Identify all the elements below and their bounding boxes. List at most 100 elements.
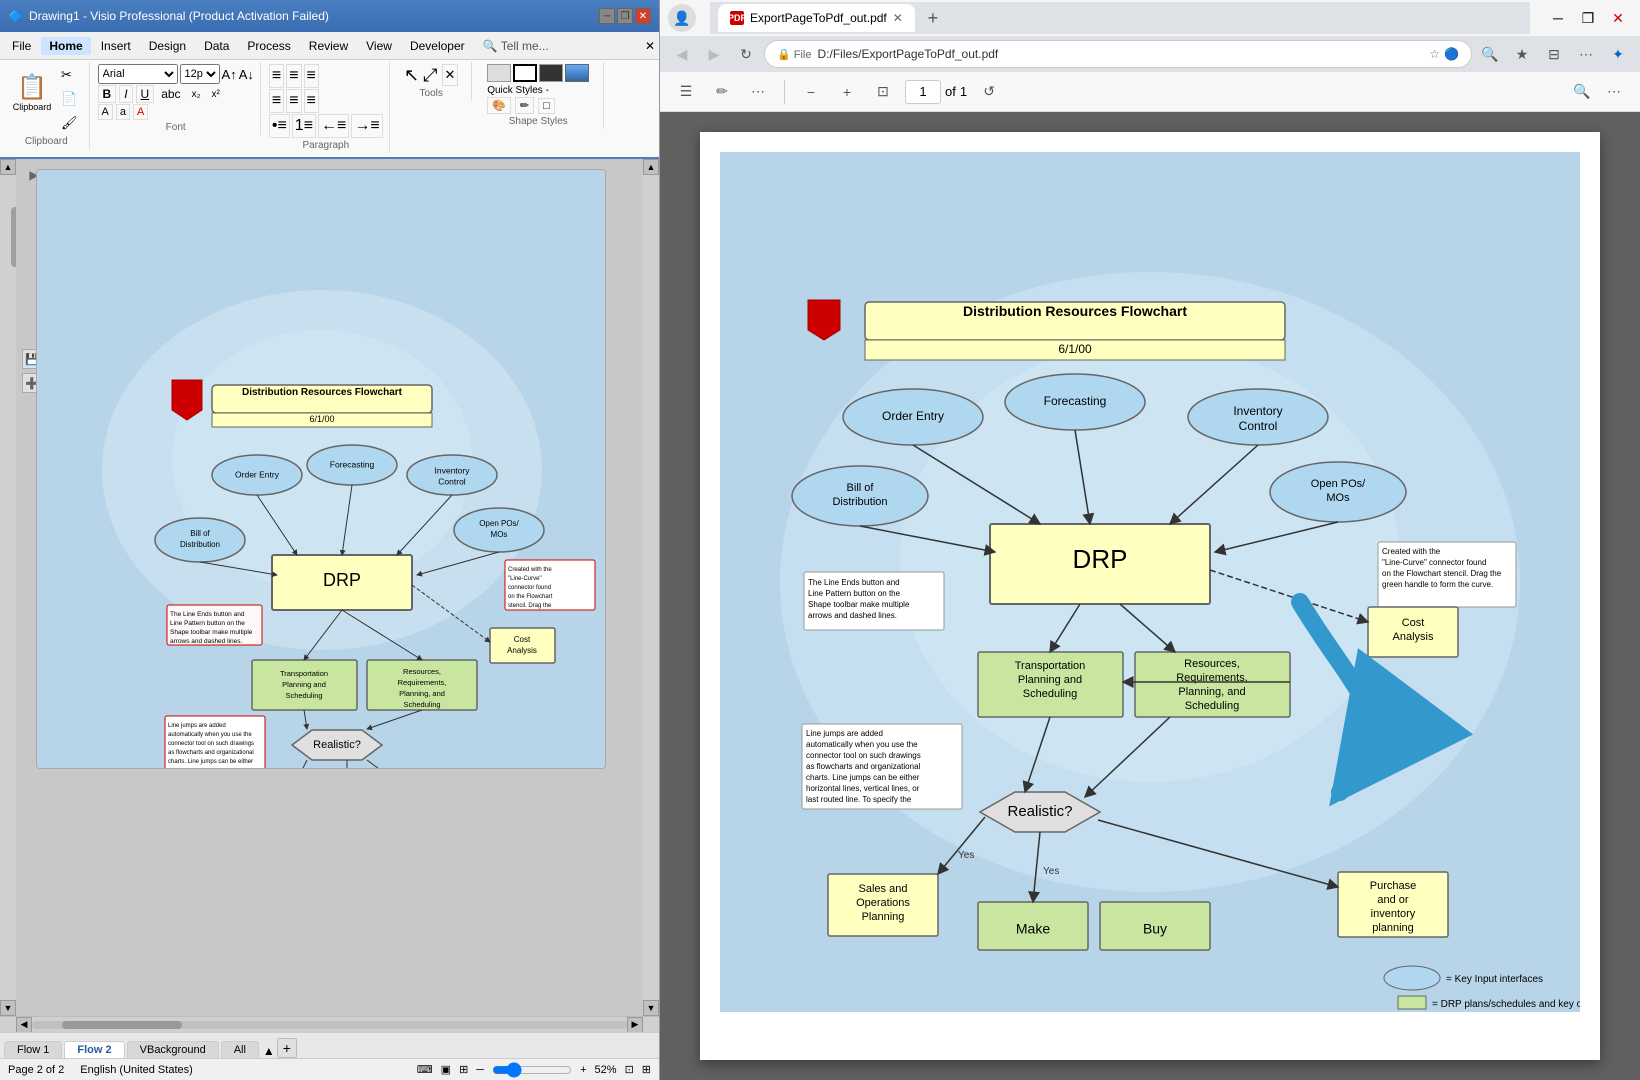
shape-style-1[interactable]	[487, 64, 511, 82]
scroll-left-button[interactable]: ◀	[16, 1017, 32, 1033]
superscript-button[interactable]: x²	[207, 88, 223, 101]
numbers-button[interactable]: 1≡	[292, 114, 316, 138]
draw-button[interactable]: ✏	[708, 78, 736, 106]
pdf-content[interactable]: Distribution Resources Flowchart 6/1/00 …	[660, 112, 1640, 1080]
new-tab-button[interactable]: +	[919, 4, 947, 32]
close-button[interactable]: ✕	[635, 8, 651, 24]
copilot-button[interactable]: ✦	[1604, 40, 1632, 68]
shrink-font-button[interactable]: A↓	[239, 67, 254, 82]
menu-file[interactable]: File	[4, 37, 39, 55]
pointer-tool[interactable]: ↖	[404, 65, 419, 86]
url-bar[interactable]: 🔒 File D:/Files/ExportPageToPdf_out.pdf …	[764, 40, 1472, 68]
favorites-button[interactable]: ★	[1508, 40, 1536, 68]
tab-all[interactable]: All	[221, 1041, 259, 1058]
zoom-in-pdf-button[interactable]: +	[833, 78, 861, 106]
rotate-pdf-button[interactable]: ↺	[975, 78, 1003, 106]
menu-review[interactable]: Review	[301, 37, 356, 55]
decrease-font-button[interactable]: a	[116, 104, 130, 120]
pdf-more-button[interactable]: ⋯	[1600, 78, 1628, 106]
format-painter-button[interactable]: 🖌	[56, 112, 83, 134]
bold-button[interactable]: B	[98, 85, 117, 103]
scroll-right-down-button[interactable]: ▼	[643, 1000, 659, 1016]
zoom-out-pdf-button[interactable]: −	[797, 78, 825, 106]
more-button[interactable]: ⋯	[1572, 40, 1600, 68]
fit-page-button[interactable]: ⊡	[625, 1063, 634, 1076]
tab-vbackground[interactable]: VBackground	[127, 1041, 219, 1058]
scroll-up-button[interactable]: ▲	[0, 159, 16, 175]
fullscreen-button[interactable]: ⊞	[642, 1063, 651, 1076]
forward-button[interactable]: ▶	[700, 40, 728, 68]
refresh-button[interactable]: ↻	[732, 40, 760, 68]
line-color-button[interactable]: ✏	[515, 97, 534, 114]
italic-button[interactable]: I	[119, 85, 132, 103]
font-size-select[interactable]: 12pt.	[180, 64, 220, 84]
scroll-right-up-button[interactable]: ▲	[643, 159, 659, 175]
eraser-button[interactable]: ✕	[442, 64, 459, 86]
scroll-down-button[interactable]: ▼	[0, 1000, 16, 1016]
align-right2-button[interactable]: ≡	[304, 89, 319, 113]
menu-tell-me[interactable]: 🔍 Tell me...	[475, 37, 557, 55]
bullets-button[interactable]: •≡	[269, 114, 290, 138]
underline-button[interactable]: U	[136, 85, 155, 103]
browser-close-button[interactable]: ✕	[1604, 4, 1632, 32]
view-full-button[interactable]: ⊞	[459, 1063, 468, 1076]
tab-flow2[interactable]: Flow 2	[64, 1041, 124, 1058]
pdf-search-button[interactable]: 🔍	[1568, 78, 1596, 106]
zoom-slider[interactable]	[492, 1062, 572, 1078]
sidebar-toggle-button[interactable]: ☰	[672, 78, 700, 106]
fill-color-button[interactable]: 🎨	[487, 97, 511, 114]
shape-style-4[interactable]	[565, 64, 589, 82]
close-tab-button[interactable]: ✕	[893, 11, 903, 25]
menu-process[interactable]: Process	[239, 37, 298, 55]
accessibility-icon[interactable]: ⌨	[417, 1063, 433, 1076]
more-tools-button[interactable]: ⋯	[744, 78, 772, 106]
align-right-button[interactable]: ≡	[304, 64, 319, 88]
font-color-button[interactable]: A	[133, 104, 148, 120]
align-center-button[interactable]: ≡	[286, 64, 301, 88]
tab-up-arrow[interactable]: ▲	[263, 1044, 275, 1058]
shape-style-2[interactable]	[513, 64, 537, 82]
pdf-tab[interactable]: PDF ExportPageToPdf_out.pdf ✕	[718, 4, 915, 32]
ribbon-close[interactable]: ✕	[645, 39, 655, 53]
copy-button[interactable]: 📄	[56, 88, 83, 110]
tab-flow1[interactable]: Flow 1	[4, 1041, 62, 1058]
extension-button[interactable]: 🔵	[1444, 47, 1459, 61]
menu-developer[interactable]: Developer	[402, 37, 473, 55]
menu-home[interactable]: Home	[41, 37, 90, 55]
subscript-button[interactable]: x₂	[188, 88, 205, 101]
align-left2-button[interactable]: ≡	[269, 89, 284, 113]
add-tab-button[interactable]: +	[277, 1038, 297, 1058]
browser-restore-button[interactable]: ❐	[1574, 4, 1602, 32]
menu-design[interactable]: Design	[141, 37, 194, 55]
cut-button[interactable]: ✂	[56, 64, 83, 86]
menu-data[interactable]: Data	[196, 37, 237, 55]
profile-icon[interactable]: 👤	[668, 4, 696, 32]
increase-indent-button[interactable]: →≡	[351, 114, 382, 138]
split-view-button[interactable]: ⊟	[1540, 40, 1568, 68]
decrease-indent-button[interactable]: ←≡	[318, 114, 349, 138]
canvas-content[interactable]: ▶ 💾 ➕	[16, 159, 643, 1016]
menu-view[interactable]: View	[358, 37, 400, 55]
back-button[interactable]: ◀	[668, 40, 696, 68]
menu-insert[interactable]: Insert	[93, 37, 139, 55]
page-number-input[interactable]	[905, 80, 941, 104]
align-left-button[interactable]: ≡	[269, 64, 284, 88]
shadow-button[interactable]: □	[538, 98, 555, 114]
zoom-out-button[interactable]: ─	[476, 1064, 484, 1076]
align-center2-button[interactable]: ≡	[286, 89, 301, 113]
font-select[interactable]: Arial	[98, 64, 178, 84]
bookmark-button[interactable]: ☆	[1429, 47, 1440, 61]
zoom-button[interactable]: 🔍	[1476, 40, 1504, 68]
zoom-in-button[interactable]: +	[580, 1064, 586, 1076]
restore-button[interactable]: ❐	[617, 8, 633, 24]
horizontal-scrollbar[interactable]: ◀ ▶	[0, 1016, 659, 1032]
increase-font-button[interactable]: A	[98, 104, 113, 120]
shape-style-3[interactable]	[539, 64, 563, 82]
paste-button[interactable]: 📋 Clipboard	[10, 64, 54, 120]
fit-page-pdf-button[interactable]: ⊡	[869, 78, 897, 106]
minimize-button[interactable]: ─	[599, 8, 615, 24]
visio-diagram[interactable]: Distribution Resources Flowchart 6/1/00 …	[36, 169, 606, 769]
strikethrough-button[interactable]: abc	[157, 86, 184, 102]
view-normal-button[interactable]: ▣	[441, 1063, 451, 1076]
browser-minimize-button[interactable]: ─	[1544, 4, 1572, 32]
